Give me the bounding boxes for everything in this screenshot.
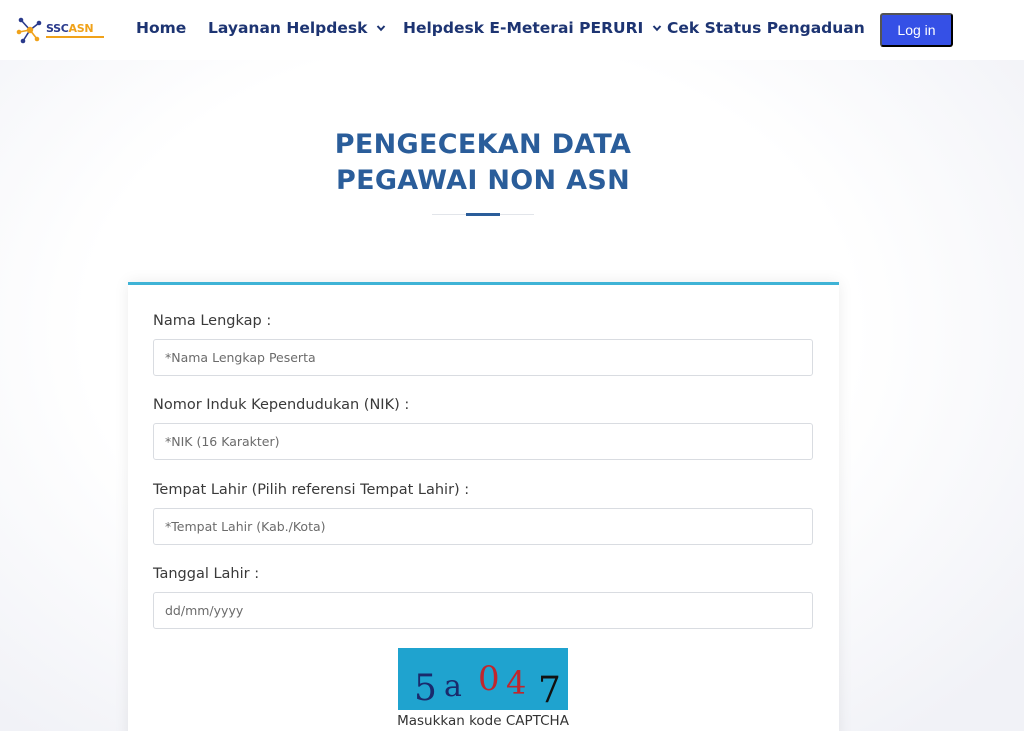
tanggal-lahir-label: Tanggal Lahir : (153, 566, 260, 582)
tanggal-lahir-input[interactable] (153, 592, 813, 629)
nik-label: Nomor Induk Kependudukan (NIK) : (153, 397, 410, 413)
ssc-asn-logo[interactable]: SSCASN (15, 15, 107, 45)
logo-underline (46, 35, 104, 38)
nav-cek-status[interactable]: Cek Status Pengaduan (667, 19, 865, 37)
top-navbar: SSCASN Home Layanan Helpdesk Helpdesk E-… (0, 0, 1024, 60)
form-card: Nama Lengkap : Nomor Induk Kependudukan … (128, 282, 839, 731)
tempat-lahir-label: Tempat Lahir (Pilih referensi Tempat Lah… (153, 482, 470, 498)
chevron-down-icon (653, 25, 662, 32)
nav-helpdesk-emeterai[interactable]: Helpdesk E-Meterai PERURI (403, 19, 662, 37)
nav-home-label: Home (136, 19, 187, 37)
title-divider-accent (466, 213, 500, 216)
login-button[interactable]: Log in (880, 13, 953, 47)
captcha-char: a (444, 669, 462, 704)
captcha-svg: 5 a 0 4 7 (414, 659, 561, 710)
captcha-char: 5 (414, 668, 437, 709)
captcha-char: 0 (478, 659, 500, 699)
nama-label: Nama Lengkap : (153, 313, 272, 329)
nav-layanan-label: Layanan Helpdesk (208, 19, 368, 37)
page-title-line1: PENGECEKAN DATA (334, 129, 632, 160)
logo-text-main: SSC (46, 21, 69, 35)
page-title: PENGECEKAN DATA PEGAWAI NON ASN (300, 127, 666, 199)
logo-text: SSCASN (46, 23, 104, 38)
captcha-char: 7 (538, 670, 561, 710)
nik-input[interactable] (153, 423, 813, 460)
captcha-image: 5 a 0 4 7 (398, 648, 568, 710)
nav-home[interactable]: Home (136, 19, 186, 37)
tempat-lahir-input[interactable] (153, 508, 813, 545)
nav-emeterai-label: Helpdesk E-Meterai PERURI (403, 19, 644, 37)
captcha-char: 4 (506, 664, 526, 702)
network-icon (16, 17, 42, 44)
page-title-line2: PEGAWAI NON ASN (336, 165, 630, 196)
nama-input[interactable] (153, 339, 813, 376)
logo-text-accent: ASN (68, 21, 94, 35)
nav-cek-status-label: Cek Status Pengaduan (667, 19, 865, 37)
chevron-down-icon (377, 25, 386, 32)
nav-layanan-helpdesk[interactable]: Layanan Helpdesk (208, 19, 386, 37)
captcha-label: Masukkan kode CAPTCHA (397, 713, 569, 729)
